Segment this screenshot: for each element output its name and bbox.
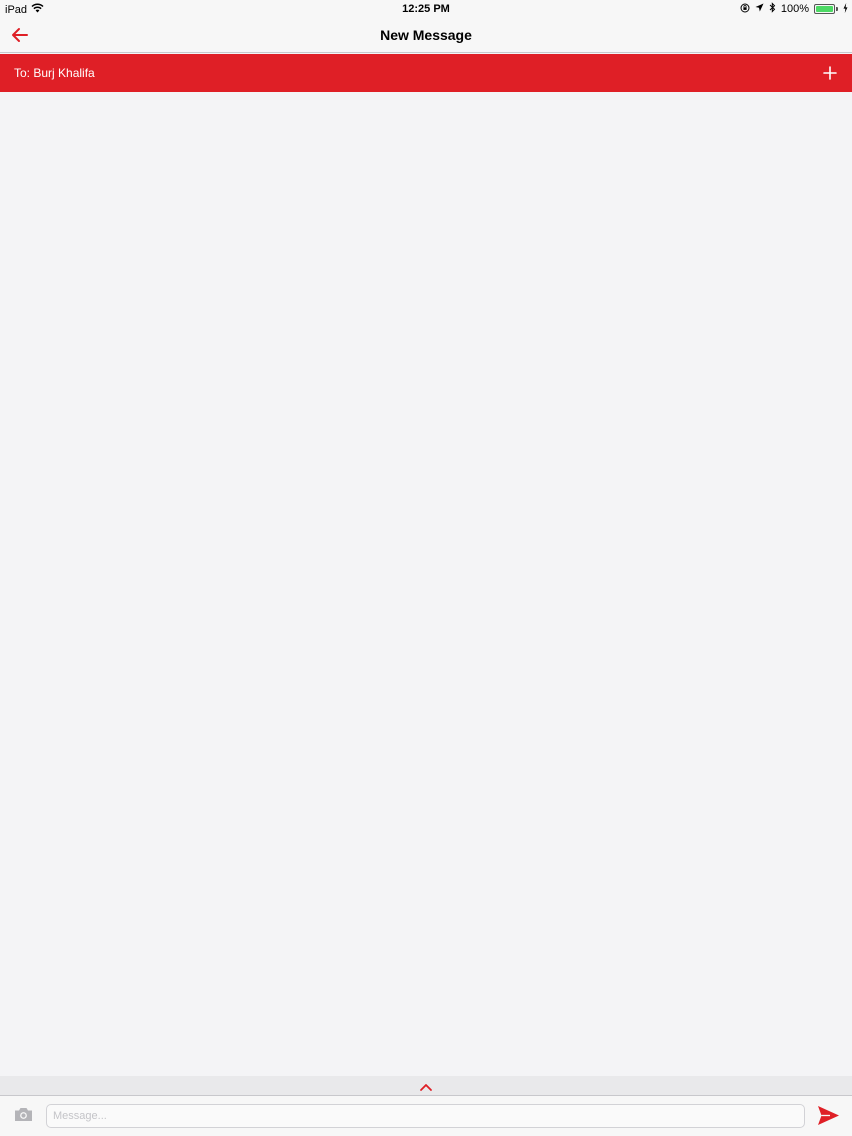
expand-button[interactable] <box>418 1080 434 1092</box>
orientation-lock-icon <box>740 3 750 16</box>
battery-tip <box>836 7 838 11</box>
recipient-bar[interactable]: To: Burj Khalifa <box>0 54 852 92</box>
chevron-up-icon <box>420 1084 432 1091</box>
expand-strip <box>0 1076 852 1096</box>
camera-icon <box>15 1108 32 1121</box>
message-composer <box>0 1096 852 1136</box>
camera-button[interactable] <box>14 1107 33 1122</box>
page-title: New Message <box>380 27 472 43</box>
bluetooth-icon <box>769 2 776 16</box>
plus-icon <box>823 66 837 80</box>
charging-icon <box>843 2 848 16</box>
recipient-label: To: Burj Khalifa <box>14 66 95 80</box>
message-thread-area <box>0 92 852 1076</box>
battery-icon <box>814 4 838 14</box>
battery-body <box>814 4 835 14</box>
new-message-screen: iPad 12:25 PM 100% New Message To: Burj … <box>0 0 852 1136</box>
location-icon <box>755 3 764 15</box>
status-time: 12:25 PM <box>402 3 450 15</box>
navigation-bar: New Message <box>0 18 852 53</box>
status-right: 100% <box>740 2 848 16</box>
battery-fill <box>816 6 833 12</box>
message-input[interactable] <box>46 1104 805 1128</box>
status-bar: iPad 12:25 PM 100% <box>0 0 852 18</box>
send-icon <box>818 1106 839 1125</box>
battery-percent: 100% <box>780 3 809 15</box>
send-button[interactable] <box>817 1105 840 1126</box>
add-recipient-button[interactable] <box>822 65 838 81</box>
